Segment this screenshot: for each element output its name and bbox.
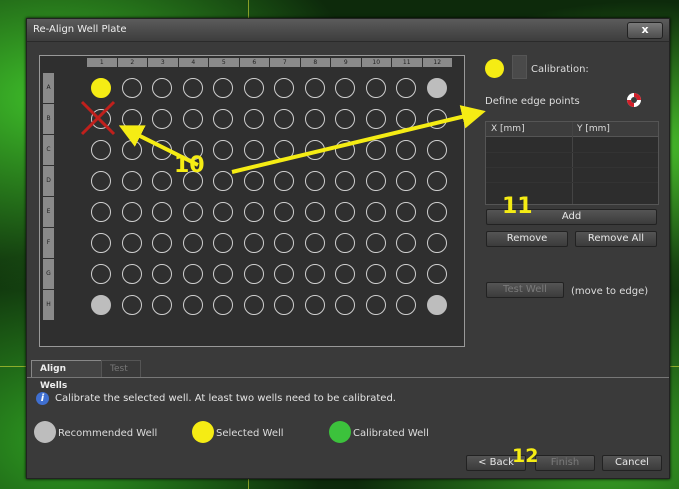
arrow-to-edge-points — [231, 105, 486, 174]
annotation-arrows — [118, 105, 486, 174]
annotation-12: 12 — [512, 445, 539, 467]
annotation-10: 10 — [174, 153, 205, 178]
annotation-11: 11 — [502, 194, 533, 219]
